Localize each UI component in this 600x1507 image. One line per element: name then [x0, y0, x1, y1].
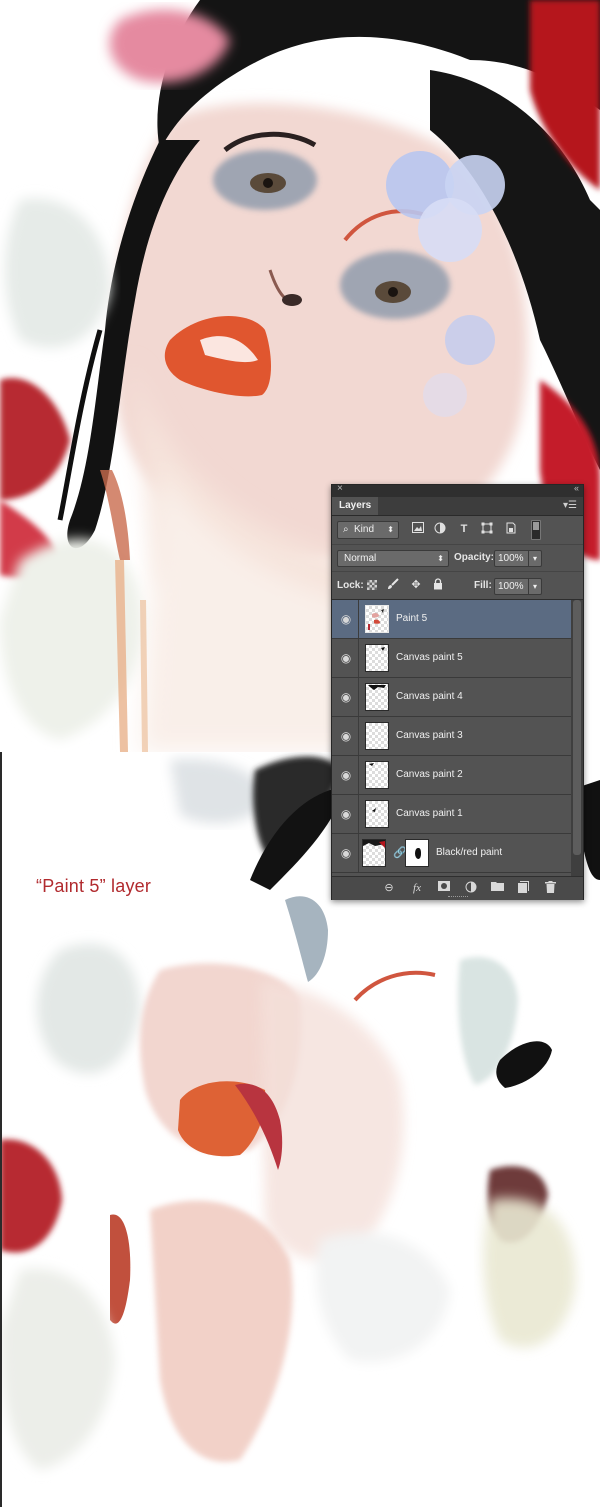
row-separator: [358, 834, 359, 872]
fill-field[interactable]: 100% ▾: [494, 578, 542, 595]
layer-row-canvas-paint-4[interactable]: ◉ Canvas paint 4: [332, 678, 571, 717]
layer-thumbnail: [365, 761, 389, 789]
fill-value: 100%: [498, 581, 524, 592]
left-edge-line: [0, 752, 2, 1507]
panel-titlebar: × ‹‹: [332, 483, 583, 497]
trash-icon[interactable]: [542, 881, 558, 895]
opacity-value: 100%: [498, 553, 524, 564]
layer-caption: “Paint 5” layer: [36, 876, 152, 896]
eye-icon[interactable]: ◉: [339, 846, 353, 860]
lock-all-icon[interactable]: [431, 578, 445, 592]
adjustment-filter-icon[interactable]: [433, 522, 447, 536]
lock-transparency-icon[interactable]: [367, 580, 377, 590]
link-layers-icon[interactable]: ⊖: [381, 881, 397, 895]
tab-layers[interactable]: Layers: [332, 497, 379, 515]
row-separator: [358, 639, 359, 677]
layer-name[interactable]: Canvas paint 4: [396, 678, 463, 716]
new-group-icon[interactable]: [489, 881, 505, 895]
layer-filter-row: ⌕ Kind ⬍ T: [332, 516, 583, 545]
layer-row-paint-5[interactable]: ◉ Paint 5: [332, 600, 571, 639]
layer-thumbnail: [362, 839, 386, 867]
filter-kind-label: Kind: [354, 524, 375, 535]
eye-icon[interactable]: ◉: [339, 690, 353, 704]
fill-label: Fill:: [474, 580, 492, 591]
eye-icon[interactable]: ◉: [339, 729, 353, 743]
eye-icon[interactable]: ◉: [339, 768, 353, 782]
eye-icon[interactable]: ◉: [339, 651, 353, 665]
screenshot-stage: “Paint 5” layer × ‹‹ Layers ▾☰ ⌕ Kind ⬍ …: [0, 0, 600, 1507]
row-separator: [358, 756, 359, 794]
search-icon: ⌕: [343, 524, 349, 535]
chevron-updown-icon: ⬍: [387, 525, 394, 534]
layer-name[interactable]: Canvas paint 1: [396, 795, 463, 833]
layer-row-canvas-paint-1[interactable]: ◉ Canvas paint 1: [332, 795, 571, 834]
chevron-down-icon[interactable]: ▾: [528, 579, 541, 594]
type-filter-icon[interactable]: T: [457, 522, 471, 536]
layers-scrollbar[interactable]: [571, 600, 583, 876]
blend-row: Normal ⬍ Opacity: 100% ▾: [332, 545, 583, 572]
blend-mode-select[interactable]: Normal ⬍: [337, 550, 449, 567]
row-separator: [358, 717, 359, 755]
add-mask-icon[interactable]: [436, 881, 452, 895]
layer-name[interactable]: Paint 5: [396, 600, 427, 638]
panel-resize-grip[interactable]: [448, 896, 468, 899]
eye-icon[interactable]: ◉: [339, 807, 353, 821]
layer-row-black-red-paint[interactable]: ◉ 🔗 Black/red paint: [332, 834, 571, 873]
fx-icon[interactable]: fx: [409, 881, 425, 895]
chevron-down-icon[interactable]: ▾: [528, 551, 541, 566]
eye-icon[interactable]: ◉: [339, 612, 353, 626]
layer-row-canvas-paint-3[interactable]: ◉ Canvas paint 3: [332, 717, 571, 756]
layer-row-canvas-paint-2[interactable]: ◉ Canvas paint 2: [332, 756, 571, 795]
lock-label: Lock:: [337, 580, 364, 591]
lock-position-icon[interactable]: ✥: [409, 578, 423, 592]
opacity-label: Opacity:: [454, 552, 495, 563]
new-layer-icon[interactable]: [515, 881, 531, 895]
panel-menu-icon[interactable]: ▾☰: [563, 500, 577, 511]
opacity-field[interactable]: 100% ▾: [494, 550, 542, 567]
smart-object-filter-icon[interactable]: [504, 522, 518, 536]
lock-paint-brush-icon[interactable]: [386, 578, 400, 592]
layer-thumbnail: [365, 722, 389, 750]
layer-name[interactable]: Canvas paint 5: [396, 639, 463, 677]
blend-mode-value: Normal: [344, 553, 377, 564]
layer-name[interactable]: Canvas paint 3: [396, 717, 463, 755]
row-separator: [358, 795, 359, 833]
scrollbar-thumb[interactable]: [573, 600, 581, 855]
layer-thumbnail: [365, 800, 389, 828]
layer-name[interactable]: Canvas paint 2: [396, 756, 463, 794]
layers-list: ◉ Paint 5 ◉ Canvas paint 5 ◉ Canvas pain…: [332, 600, 583, 876]
layers-bottom-toolbar: ⊖ fx: [332, 876, 583, 900]
lock-row: Lock: ✥ Fill: 100% ▾: [332, 572, 583, 600]
layers-panel: × ‹‹ Layers ▾☰ ⌕ Kind ⬍ T Normal ⬍ Opaci…: [331, 483, 584, 900]
filter-toggle-switch[interactable]: [531, 520, 541, 540]
layer-name[interactable]: Black/red paint: [436, 834, 502, 872]
panel-tabbar: Layers ▾☰: [332, 497, 583, 516]
filter-kind-select[interactable]: ⌕ Kind ⬍: [337, 521, 399, 539]
close-panel-icon[interactable]: ×: [337, 483, 343, 494]
chevron-updown-icon: ⬍: [437, 554, 444, 563]
layer-mask-thumbnail[interactable]: [405, 839, 429, 867]
collapse-panel-icon[interactable]: ‹‹: [574, 483, 579, 493]
layer-thumbnail: [365, 683, 389, 711]
image-filter-icon[interactable]: [411, 522, 425, 536]
row-separator: [358, 678, 359, 716]
adjustment-layer-icon[interactable]: [463, 881, 479, 895]
layer-thumbnail: [365, 605, 389, 633]
row-separator: [358, 600, 359, 638]
layer-row-canvas-paint-5[interactable]: ◉ Canvas paint 5: [332, 639, 571, 678]
shape-filter-icon[interactable]: [480, 522, 494, 536]
layer-thumbnail: [365, 644, 389, 672]
